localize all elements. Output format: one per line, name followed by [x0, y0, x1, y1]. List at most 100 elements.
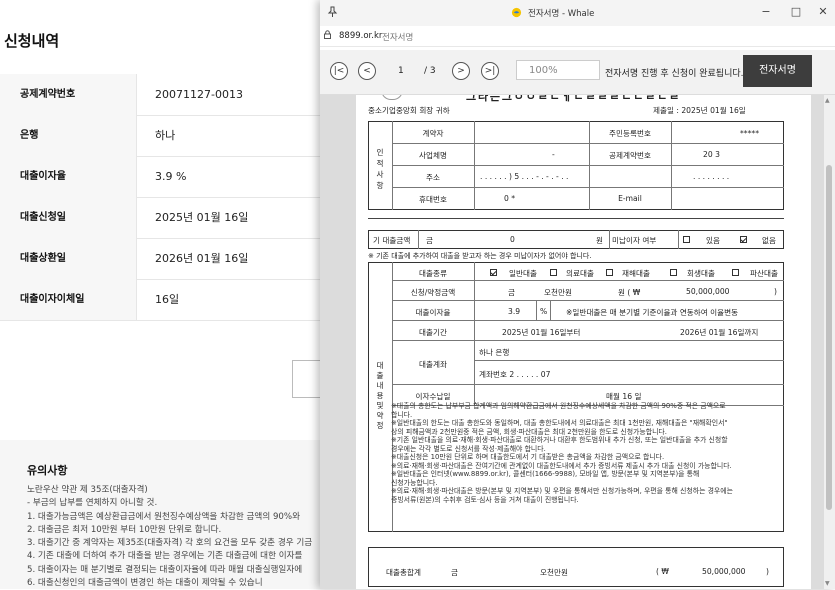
existing-loan-prefix: 금	[426, 236, 433, 245]
existing-loan-label: 기 대출금액	[373, 236, 411, 245]
type-bankrupt-label: 파산대출	[750, 269, 778, 278]
contract-no-label: 공제계약번호	[609, 151, 651, 160]
notice-title: 유의사항	[27, 464, 68, 477]
existing-loan-amount: 0	[510, 235, 515, 244]
rate-unit: %	[540, 307, 548, 316]
notice-line: 1. 대출가능금액은 예상환급금에서 원천징수예상액을 차감한 금액의 90%와	[27, 511, 300, 522]
total-close: )	[766, 567, 769, 576]
rate-note: ※일반대출은 매 분기별 기준이율과 연동하여 이율변동	[566, 308, 739, 317]
contract-no-value: 20 3	[703, 150, 720, 159]
note-line: ※일반대출은 인터넷(www.8899.or.kr), 콜센터(1666-998…	[391, 470, 700, 478]
whale-browser-icon	[511, 7, 522, 18]
submit-date: 제출일 : 2025년 01월 16일	[653, 106, 746, 115]
total-won: ( ₩	[656, 567, 669, 576]
notice-line: 5. 대출이자는 매 분기별로 결정되는 대출이자율에 따라 매월 대출실행일자…	[27, 564, 303, 575]
amount-label: 신청/약정금액	[410, 288, 456, 297]
detail-label: 공제계약번호	[0, 74, 137, 115]
current-page[interactable]: 1	[398, 66, 404, 76]
note-line: ※기존 일반대출을 의료·재해·회생·파산대출로 대환하거나 대환후 한도범위내…	[391, 436, 728, 444]
loan-side-label: 대 출 내 용 및 약 정	[376, 361, 384, 430]
detail-value: 2026년 01월 16일	[155, 252, 249, 265]
type-rehab-checkbox[interactable]	[670, 269, 677, 276]
amount-korean: 오천만원	[544, 288, 572, 297]
prev-page-button[interactable]: <	[358, 62, 376, 80]
document-title: 그 라 는 그 ㅇ ㅇ ㄹ ㄴ ㅔ ㄷ ㄹ ㄹ ㄹ ㄴ ㄴ ㄹ ㄷ ㄹ	[466, 95, 679, 103]
type-disaster-checkbox[interactable]	[606, 269, 613, 276]
minimize-button[interactable]: −	[756, 3, 776, 21]
note-line: 신청가능합니다.	[391, 478, 438, 487]
total-label: 대출총합계	[386, 568, 421, 577]
document-page: 그 라 는 그 ㅇ ㅇ ㄹ ㄴ ㅔ ㄷ ㄹ ㄹ ㄹ ㄴ ㄴ ㄹ ㄷ ㄹ 중소기업…	[356, 95, 811, 589]
phone-label: 휴대번호	[419, 195, 447, 204]
lock-icon	[324, 30, 331, 39]
status-message: 전자서명 진행 후 신청이 완료됩니다.	[605, 69, 744, 79]
address-label: 주소	[426, 173, 440, 182]
esign-button[interactable]: 전자서명	[743, 55, 812, 87]
detail-value: 20071127-0013	[155, 88, 243, 101]
total-prefix: 금	[451, 568, 458, 577]
note-line: 경우에는 각각 별도로 신청서를 작성·제출해야 합니다.	[391, 444, 546, 453]
scroll-up-icon[interactable]: ▲	[825, 97, 830, 104]
notice-line: 노란우산 약관 제 35조(대출자격)	[27, 485, 148, 495]
notice-line: - 부금의 납부를 연체하지 아니할 것.	[27, 498, 158, 509]
period-to: 2026년 01월 16일까지	[680, 328, 759, 337]
type-rehab-label: 회생대출	[687, 269, 715, 278]
type-medical-checkbox[interactable]	[550, 269, 557, 276]
note-line: ※대출의 총한도는 납부부금 합계액과 임의해약환급금에서 원천징수예상세액을 …	[391, 402, 726, 410]
pay-day-value: 매월 16 일	[606, 392, 642, 401]
detail-label: 은행	[0, 115, 137, 156]
detail-label: 대출신청일	[0, 197, 137, 238]
detail-value: 16일	[155, 293, 180, 306]
notice-lines: 노란우산 약관 제 35조(대출자격) - 부금의 납부를 연체하지 아니할 것…	[27, 484, 327, 590]
detail-label: 대출상환일	[0, 238, 137, 279]
zoom-input[interactable]: 100%	[516, 60, 600, 80]
pin-icon[interactable]	[327, 6, 338, 18]
existing-loan-note: ※ 기존 대출에 추가하여 대출을 받고자 하는 경우 미납이자가 없어야 합니…	[368, 252, 592, 260]
type-general-checkbox[interactable]	[490, 269, 497, 276]
document-viewport[interactable]: 그 라 는 그 ㅇ ㅇ ㄹ ㄴ ㅔ ㄷ ㄹ ㄹ ㄹ ㄴ ㄴ ㄹ ㄷ ㄹ 중소기업…	[320, 95, 835, 589]
detail-row-apply-date: 대출신청일 2025년 01월 16일	[0, 197, 330, 239]
rrn-value: *****	[740, 129, 759, 138]
recipient: 중소기업중앙회 회장 귀하	[368, 106, 450, 115]
note-line: ※의료·재해·회생·파산대출은 잔여기간에 관계없이 대출한도내에서 추가 증빙…	[391, 461, 732, 470]
detail-value: 3.9 %	[155, 170, 187, 183]
detail-label: 대출이자이체일	[0, 279, 137, 320]
url-page-title: 전자서명	[382, 33, 414, 43]
unpaid-no-checkbox[interactable]	[740, 236, 747, 243]
scroll-down-icon[interactable]: ▼	[825, 580, 830, 587]
note-line: ※의료·재해·회생·파산대출은 방문(본부 및 지역본부) 및 우편을 통해서만…	[391, 487, 733, 495]
email-label: E-mail	[618, 194, 642, 203]
phone-value: 0 *	[504, 194, 516, 203]
document-scrollbar[interactable]: ▲ ▼	[824, 95, 835, 589]
maximize-button[interactable]: □	[786, 3, 806, 21]
rrn-label: 주민등록번호	[609, 129, 651, 138]
unpaid-yes-label: 있음	[706, 236, 720, 245]
org-seal	[381, 95, 403, 100]
period-label: 대출기간	[419, 328, 447, 337]
total-korean: 오천만원	[540, 568, 568, 577]
scrollbar-thumb[interactable]	[826, 165, 832, 510]
personal-side-label: 인 적 사 항	[376, 148, 384, 190]
unpaid-yes-checkbox[interactable]	[683, 236, 690, 243]
detail-value: 하나	[155, 129, 176, 142]
type-bankrupt-checkbox[interactable]	[732, 269, 739, 276]
next-page-button[interactable]: >	[452, 62, 470, 80]
detail-row-transfer-day: 대출이자이체일 16일	[0, 279, 330, 321]
detail-row-contract: 공제계약번호 20071127-0013	[0, 74, 330, 116]
account-number: 계좌번호 2 . . . . . 07	[479, 370, 551, 379]
close-button[interactable]: ✕	[813, 3, 833, 21]
last-page-button[interactable]: >|	[481, 62, 499, 80]
existing-loan-unit: 원	[596, 236, 603, 245]
note-line: ※대출신청은 10만원 단위로 하며 대출한도에서 기 대출받은 총금액을 차감…	[391, 453, 665, 461]
unpaid-no-label: 없음	[762, 236, 776, 245]
detail-value: 2025년 01월 16일	[155, 211, 249, 224]
unpaid-interest-label: 미납이자 여부	[612, 236, 657, 245]
rate-label: 대출이자율	[415, 308, 451, 317]
amount-prefix: 금	[508, 288, 515, 297]
note-line: 상의 피해금액과 2천만원중 적은 금액, 회생·파산대출은 최대 2천만원을 …	[391, 427, 667, 436]
business-name-value: -	[552, 150, 555, 159]
first-page-button[interactable]: |<	[330, 62, 348, 80]
window-titlebar[interactable]: 전자서명 - Whale − □ ✕	[320, 0, 835, 26]
notice-section: 유의사항 노란우산 약관 제 35조(대출자격) - 부금의 납부를 연체하지 …	[0, 440, 330, 589]
address-value: . . . . . . ) 5 . . . - . - . - . .	[480, 172, 569, 181]
